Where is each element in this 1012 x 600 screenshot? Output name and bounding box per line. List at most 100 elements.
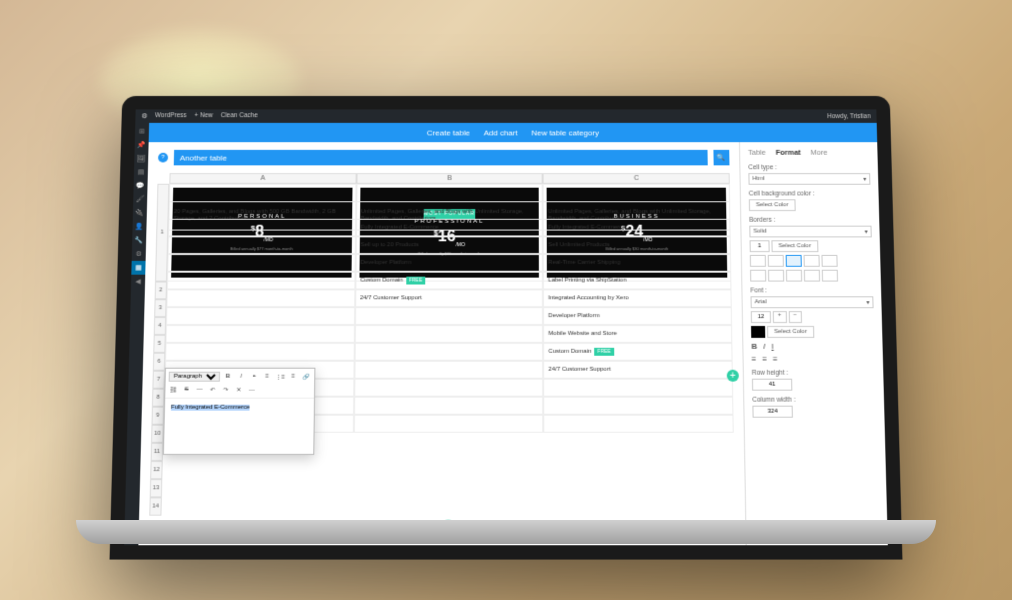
cell[interactable]	[354, 325, 543, 343]
border-right-icon[interactable]	[804, 270, 820, 282]
cell[interactable]	[165, 343, 354, 361]
cell[interactable]: Sell Unlimited Products	[543, 236, 731, 254]
wp-cache[interactable]: Clean Cache	[221, 112, 258, 120]
cell[interactable]: Fully Integrated E-Commerce	[356, 219, 544, 237]
cell[interactable]: Fully Integrated E-Commerce	[543, 219, 731, 237]
font-select[interactable]: Arial▾	[751, 296, 874, 308]
cell[interactable]	[543, 379, 733, 397]
border-vertical-icon[interactable]	[822, 270, 838, 282]
row-label[interactable]: 2	[155, 282, 167, 300]
border-outer-icon[interactable]	[786, 255, 802, 267]
tab-more[interactable]: More	[811, 148, 828, 157]
clear-icon[interactable]: ✕	[234, 385, 244, 395]
border-none-icon[interactable]	[750, 255, 766, 267]
bg-color-button[interactable]: Select Color	[749, 199, 796, 211]
cell[interactable]	[355, 307, 544, 325]
wp-site-name[interactable]: WordPress	[155, 112, 187, 120]
border-color-button[interactable]: Select Color	[771, 240, 818, 252]
row-label[interactable]: 12	[150, 461, 163, 479]
col-header-a[interactable]: A	[169, 173, 356, 184]
row-label[interactable]: 10	[151, 425, 164, 443]
row-label[interactable]: 9	[152, 407, 165, 425]
plugins-icon[interactable]: 🔌	[133, 206, 147, 220]
italic-toggle[interactable]: I	[763, 342, 765, 351]
border-width-input[interactable]	[750, 240, 770, 252]
tools-icon[interactable]: 🔧	[132, 233, 146, 247]
border-horizontal-icon[interactable]	[821, 255, 837, 267]
align-left-icon[interactable]: ≡	[288, 372, 298, 382]
cell[interactable]: Sell up to 20 Products	[355, 236, 543, 254]
settings-icon[interactable]: ⚙	[132, 247, 146, 261]
cell[interactable]	[544, 415, 734, 433]
cell[interactable]: 24/7 Customer Support	[355, 289, 543, 307]
paragraph-select[interactable]: Paragraph	[169, 372, 220, 382]
cell[interactable]: Integrated Accounting by Xero	[543, 289, 731, 307]
bold-icon[interactable]: B	[223, 372, 233, 382]
cell[interactable]: Developer Platform	[355, 254, 543, 272]
appearance-icon[interactable]: 🖌	[133, 193, 147, 207]
unlink-icon[interactable]: ⛓	[168, 385, 178, 395]
col-width-input[interactable]	[752, 406, 792, 418]
undo-icon[interactable]: ↶	[208, 385, 218, 395]
border-all-icon[interactable]	[768, 255, 784, 267]
cell-type-select[interactable]: Html▾	[748, 173, 870, 185]
border-style-select[interactable]: Solid▾	[749, 226, 871, 238]
cell[interactable]	[353, 415, 543, 433]
search-icon[interactable]: 🔍	[713, 150, 729, 165]
cell[interactable]	[168, 219, 356, 237]
editor-body[interactable]: Fully Integrated E-Commerce	[164, 399, 314, 454]
add-chart-link[interactable]: Add chart	[484, 128, 518, 137]
ol-icon[interactable]: ⋮≡	[275, 372, 285, 382]
wp-new[interactable]: + New	[194, 112, 213, 120]
comments-icon[interactable]: 💬	[133, 179, 147, 193]
cell[interactable]	[166, 307, 355, 325]
link-icon[interactable]: 🔗	[301, 372, 311, 382]
row-label[interactable]: 4	[154, 317, 166, 335]
cell[interactable]: Mobile Website and Store	[543, 325, 732, 343]
underline-toggle[interactable]: I	[771, 342, 773, 351]
cell[interactable]: Developer Platform	[543, 307, 732, 325]
new-category-link[interactable]: New table category	[531, 128, 599, 137]
col-header-b[interactable]: B	[356, 173, 543, 184]
cell[interactable]	[354, 397, 544, 415]
font-size-input[interactable]	[751, 311, 771, 323]
more-icon[interactable]: ⋯	[247, 385, 257, 395]
italic-icon[interactable]: I	[236, 372, 246, 382]
cell[interactable]	[544, 397, 734, 415]
row-label[interactable]: 8	[152, 389, 165, 407]
cell[interactable]	[166, 289, 355, 307]
help-icon[interactable]: ?	[158, 153, 168, 163]
cell[interactable]	[167, 272, 355, 290]
redo-icon[interactable]: ↷	[221, 385, 231, 395]
cell[interactable]	[166, 325, 355, 343]
table-name-input[interactable]	[174, 150, 708, 165]
bold-toggle[interactable]: B	[751, 342, 757, 351]
cell[interactable]: Real-Time Carrier Shipping	[543, 254, 731, 272]
cell[interactable]	[354, 343, 543, 361]
create-table-link[interactable]: Create table	[427, 128, 470, 137]
strike-icon[interactable]: S	[181, 385, 191, 395]
border-top-icon[interactable]	[750, 270, 766, 282]
cell[interactable]: Label Printing via ShipStation	[543, 272, 731, 290]
cell[interactable]	[168, 236, 356, 254]
ul-icon[interactable]: ≡	[262, 372, 272, 382]
cell[interactable]	[354, 379, 544, 397]
col-header-c[interactable]: C	[543, 173, 730, 184]
tab-format[interactable]: Format	[776, 148, 801, 157]
border-inner-icon[interactable]	[804, 255, 820, 267]
quote-icon[interactable]: ❝	[249, 372, 259, 382]
hr-icon[interactable]: ―	[194, 385, 204, 395]
wp-howdy[interactable]: Howdy, Tristian	[827, 113, 870, 120]
align-center-toggle[interactable]: ≡	[762, 355, 767, 364]
row-label[interactable]: 7	[152, 371, 164, 389]
cell[interactable]	[354, 361, 543, 379]
row-label[interactable]: 11	[151, 443, 164, 461]
row-height-input[interactable]	[752, 379, 792, 391]
posts-icon[interactable]: 📌	[135, 138, 149, 152]
dashboard-icon[interactable]: ⊞	[135, 125, 149, 138]
font-size-down[interactable]: −	[788, 311, 802, 323]
users-icon[interactable]: 👤	[132, 220, 146, 234]
add-column-button[interactable]: +	[727, 370, 739, 382]
cell[interactable]: Custom DomainFREE	[543, 343, 732, 361]
tab-table[interactable]: Table	[748, 148, 766, 157]
